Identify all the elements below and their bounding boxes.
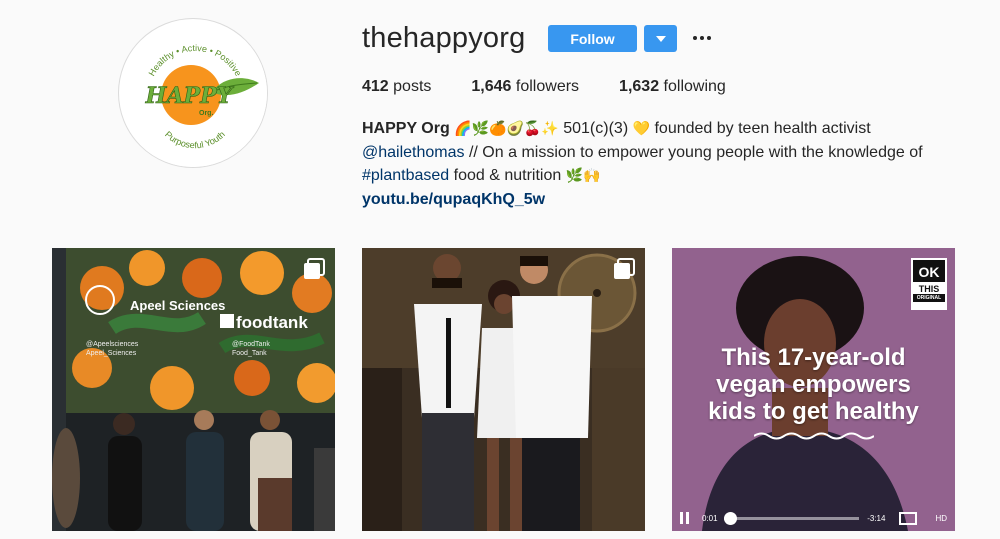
bio-emojis-2: 🌿🙌 bbox=[565, 168, 601, 184]
post-thumbnail-1[interactable]: Apeel Sciences @Apeelsciences Apeel_Scie… bbox=[52, 248, 335, 531]
posts-count: 412 bbox=[362, 78, 389, 95]
video-elapsed: 0:01 bbox=[702, 513, 718, 523]
logo-mid: THIS bbox=[918, 284, 940, 294]
ok-this-logo: OK THIS ORIGINAL bbox=[911, 258, 947, 310]
chevron-down-icon bbox=[655, 35, 666, 42]
profile-bio: HAPPY Org 🌈🌿🍊🥑🍒✨ 501(c)(3) 💛 founded by … bbox=[362, 117, 982, 211]
profile-full-name: HAPPY Org bbox=[362, 120, 450, 137]
post-2-image bbox=[362, 248, 645, 531]
following-label[interactable]: following bbox=[664, 78, 726, 95]
video-title-line-3: kids to get healthy bbox=[708, 398, 919, 425]
post-1-brand-1-handle-1: @Apeelsciences bbox=[86, 341, 139, 348]
video-title: This 17-year-old vegan empowers kids to … bbox=[672, 344, 955, 441]
seek-handle[interactable] bbox=[723, 511, 737, 525]
post-1-image: Apeel Sciences @Apeelsciences Apeel_Scie… bbox=[52, 248, 335, 531]
profile-stats: 412 posts 1,646 followers 1,632 followin… bbox=[362, 78, 766, 96]
video-controls: 0:01 -3:14 HD bbox=[672, 505, 955, 531]
followers-stat[interactable]: 1,646 followers bbox=[471, 78, 579, 96]
fullscreen-icon[interactable] bbox=[899, 511, 918, 525]
post-thumbnail-2[interactable] bbox=[362, 248, 645, 531]
following-count[interactable]: 1,632 bbox=[619, 78, 659, 95]
wavy-underline bbox=[753, 432, 874, 440]
video-title-line-1: This 17-year-old bbox=[721, 344, 906, 371]
post-1-brand-2-handle-1: @FoodTank bbox=[232, 341, 270, 348]
video-remaining: -3:14 bbox=[867, 513, 886, 523]
hd-toggle[interactable]: HD bbox=[935, 514, 947, 523]
logo-bottom: ORIGINAL bbox=[913, 294, 945, 302]
followers-count[interactable]: 1,646 bbox=[471, 78, 511, 95]
bio-line-1-end: founded by teen health activist bbox=[654, 120, 871, 137]
avatar-logo-text: HAPPY bbox=[145, 83, 235, 109]
avatar-org-text: Org. bbox=[199, 110, 213, 117]
post-thumbnail-3[interactable]: OK THIS ORIGINAL This 17-year-old vegan … bbox=[672, 248, 955, 531]
more-options-button[interactable] bbox=[690, 26, 714, 50]
profile-avatar[interactable]: Healthy • Active • Positive HAPPY Org. P… bbox=[118, 18, 268, 168]
carousel-icon bbox=[304, 258, 325, 279]
post-1-brand-2-handle-2: Food_Tank bbox=[232, 350, 267, 357]
bio-nonprofit-status: 501(c)(3) bbox=[563, 120, 629, 137]
video-seek-bar[interactable] bbox=[723, 511, 860, 525]
video-title-line-2: vegan empowers bbox=[716, 371, 911, 398]
bio-line-4: youtu.be/qupaqKhQ_5w bbox=[362, 188, 982, 211]
posts-stat: 412 posts bbox=[362, 78, 431, 96]
ellipsis-icon bbox=[692, 36, 713, 40]
post-1-brand-1-handle-2: Apeel_Sciences bbox=[86, 350, 137, 357]
bio-line-3: #plantbased food & nutrition 🌿🙌 bbox=[362, 164, 982, 188]
bio-heart-emoji: 💛 bbox=[632, 121, 651, 137]
bio-website-link[interactable]: youtu.be/qupaqKhQ_5w bbox=[362, 191, 545, 208]
suggested-accounts-dropdown-button[interactable] bbox=[644, 25, 677, 52]
carousel-icon bbox=[614, 258, 635, 279]
bio-emojis-1: 🌈🌿🍊🥑🍒✨ bbox=[454, 121, 559, 137]
follow-button[interactable]: Follow bbox=[548, 25, 637, 52]
bio-hashtag-link[interactable]: #plantbased bbox=[362, 167, 449, 184]
post-1-brand-1: Apeel Sciences bbox=[130, 298, 225, 313]
bio-line-2: @hailethomas // On a mission to empower … bbox=[362, 141, 982, 164]
pause-icon[interactable] bbox=[680, 512, 692, 524]
profile-username: thehappyorg bbox=[362, 22, 526, 54]
bio-line-2-rest: // On a mission to empower young people … bbox=[468, 144, 923, 161]
bio-line-1: HAPPY Org 🌈🌿🍊🥑🍒✨ 501(c)(3) 💛 founded by … bbox=[362, 117, 982, 141]
bio-mention-link[interactable]: @hailethomas bbox=[362, 144, 465, 161]
logo-top: OK bbox=[913, 260, 945, 282]
bio-line-3-rest: food & nutrition bbox=[453, 167, 562, 184]
posts-label: posts bbox=[393, 78, 432, 95]
following-stat[interactable]: 1,632 following bbox=[619, 78, 726, 96]
post-1-brand-2: foodtank bbox=[236, 313, 308, 332]
followers-label[interactable]: followers bbox=[516, 78, 579, 95]
